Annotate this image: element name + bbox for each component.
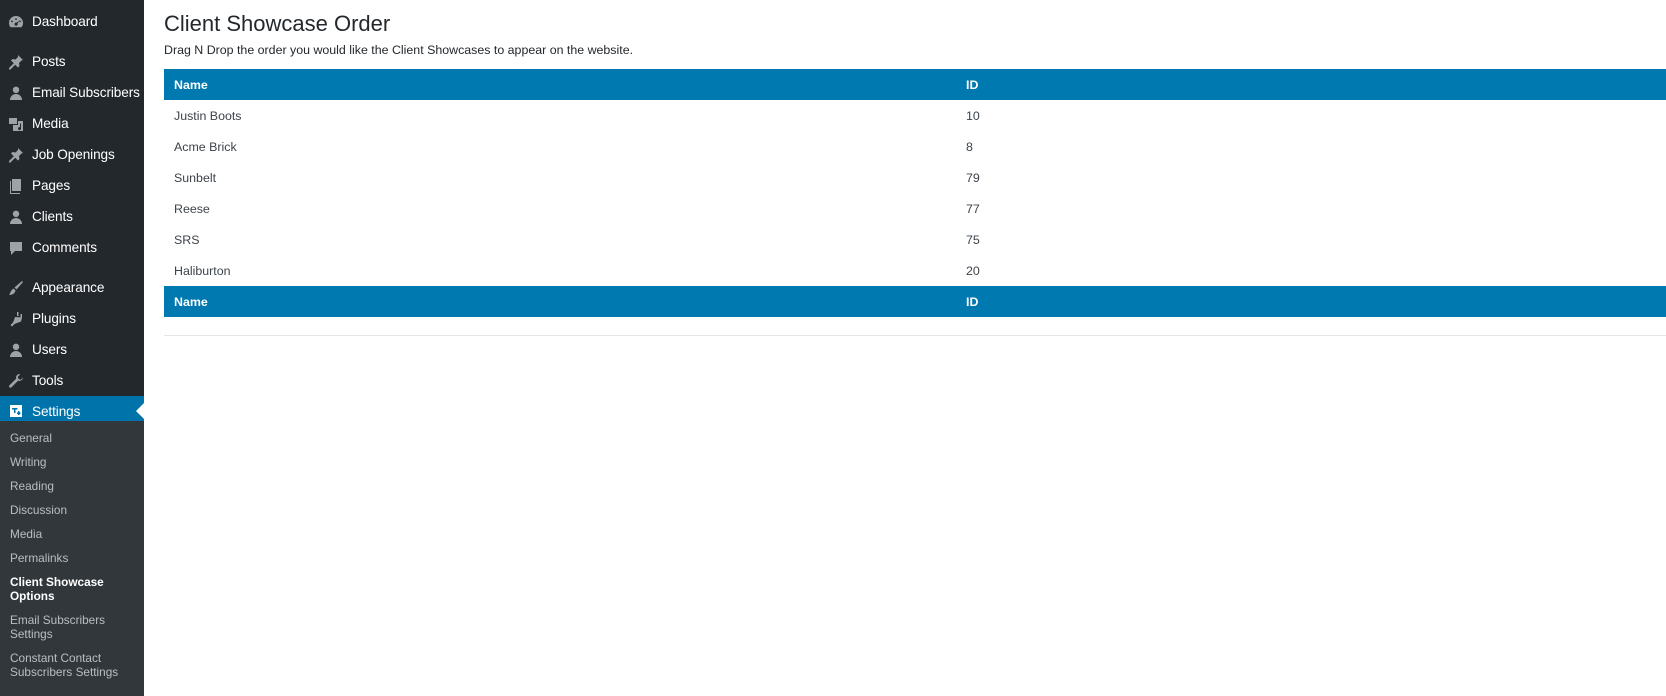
column-header-id: ID xyxy=(956,69,1666,100)
submenu-item-reading[interactable]: Reading xyxy=(0,475,144,499)
page-title: Client Showcase Order xyxy=(164,11,391,36)
sidebar-item-job-openings[interactable]: Job Openings xyxy=(0,139,144,170)
submenu-item-constant-contact-settings[interactable]: Constant Contact Subscribers Settings xyxy=(0,647,144,685)
sidebar-item-label: Clients xyxy=(32,209,73,224)
footer-header-name: Name xyxy=(164,286,956,317)
table-row[interactable]: Sunbelt 79 xyxy=(164,162,1666,193)
cell-id: 20 xyxy=(966,263,980,278)
sidebar-item-media[interactable]: Media xyxy=(0,108,144,139)
sidebar-item-label: Comments xyxy=(32,240,97,255)
sidebar-item-clients[interactable]: Clients xyxy=(0,201,144,232)
media-icon xyxy=(0,116,32,132)
sidebar-item-label: Users xyxy=(32,342,67,357)
sidebar-item-posts[interactable]: Posts xyxy=(0,46,144,77)
dashboard-icon xyxy=(0,14,32,30)
submenu-item-media[interactable]: Media xyxy=(0,523,144,547)
user-icon xyxy=(0,85,32,101)
cell-id: 75 xyxy=(966,232,980,247)
comment-icon xyxy=(0,240,32,256)
sidebar-item-label: Job Openings xyxy=(32,147,115,162)
cell-name: Reese xyxy=(174,201,210,216)
submenu-item-permalinks[interactable]: Permalinks xyxy=(0,547,144,571)
user-icon xyxy=(0,342,32,358)
cell-id: 79 xyxy=(966,170,980,185)
divider xyxy=(164,335,1666,336)
table-row[interactable]: Haliburton 20 xyxy=(164,255,1666,286)
sidebar-item-label: Email Subscribers xyxy=(32,85,140,100)
settings-icon xyxy=(0,403,32,419)
sidebar-item-pages[interactable]: Pages xyxy=(0,170,144,201)
cell-id: 8 xyxy=(966,139,973,154)
sidebar-item-label: Settings xyxy=(32,403,81,419)
page-description: Drag N Drop the order you would like the… xyxy=(164,43,634,57)
cell-name: Justin Boots xyxy=(174,108,242,123)
sidebar-item-label: Posts xyxy=(32,54,66,69)
main-content: Client Showcase Order Drag N Drop the or… xyxy=(144,0,1666,696)
submenu-item-writing[interactable]: Writing xyxy=(0,451,144,475)
table-row[interactable]: SRS 75 xyxy=(164,224,1666,255)
table-row[interactable]: Reese 77 xyxy=(164,193,1666,224)
brush-icon xyxy=(0,280,32,296)
cell-name: Sunbelt xyxy=(174,170,217,185)
sidebar-item-label: Plugins xyxy=(32,311,76,326)
plugin-icon xyxy=(0,311,32,327)
user-icon xyxy=(0,209,32,225)
sidebar-item-label: Media xyxy=(32,116,69,131)
sidebar-item-label: Dashboard xyxy=(32,14,98,29)
sidebar-item-label: Appearance xyxy=(32,280,105,295)
settings-submenu: General Writing Reading Discussion Media… xyxy=(0,421,144,696)
table-row[interactable]: Justin Boots 10 xyxy=(164,100,1666,131)
submenu-item-email-subscribers-settings[interactable]: Email Subscribers Settings xyxy=(0,609,144,647)
cell-name: Haliburton xyxy=(174,263,231,278)
pin-icon xyxy=(0,54,32,70)
sidebar-item-label: Tools xyxy=(32,373,64,388)
footer-header-id: ID xyxy=(956,286,1666,317)
cell-name: SRS xyxy=(174,232,200,247)
client-order-table: Name ID Justin Boots 10 Acme Brick 8 Sun… xyxy=(164,69,1666,317)
cell-name: Acme Brick xyxy=(174,139,237,154)
submenu-item-general[interactable]: General xyxy=(0,427,144,451)
pages-icon xyxy=(0,178,32,194)
sidebar-item-dashboard[interactable]: Dashboard xyxy=(0,6,144,37)
menu-separator xyxy=(0,37,144,46)
submenu-item-discussion[interactable]: Discussion xyxy=(0,499,144,523)
sidebar-item-plugins[interactable]: Plugins xyxy=(0,303,144,334)
sidebar-item-appearance[interactable]: Appearance xyxy=(0,272,144,303)
sidebar-item-email-subscribers[interactable]: Email Subscribers xyxy=(0,77,144,108)
wrench-icon xyxy=(0,373,32,389)
sidebar-item-label: Pages xyxy=(32,178,71,193)
submenu-item-client-showcase-options[interactable]: Client Showcase Options xyxy=(0,571,144,609)
admin-sidebar: Dashboard Posts Email Subscribers Media xyxy=(0,0,144,696)
cell-id: 10 xyxy=(966,108,980,123)
sidebar-item-users[interactable]: Users xyxy=(0,334,144,365)
table-header-row: Name ID xyxy=(164,69,1666,100)
pin-icon xyxy=(0,147,32,163)
table-footer-row: Name ID xyxy=(164,286,1666,317)
sidebar-item-tools[interactable]: Tools xyxy=(0,365,144,396)
app: Dashboard Posts Email Subscribers Media xyxy=(0,0,1666,696)
table-row[interactable]: Acme Brick 8 xyxy=(164,131,1666,162)
cell-id: 77 xyxy=(966,201,980,216)
column-header-name: Name xyxy=(164,69,956,100)
sidebar-item-comments[interactable]: Comments xyxy=(0,232,144,263)
menu-separator xyxy=(0,263,144,272)
